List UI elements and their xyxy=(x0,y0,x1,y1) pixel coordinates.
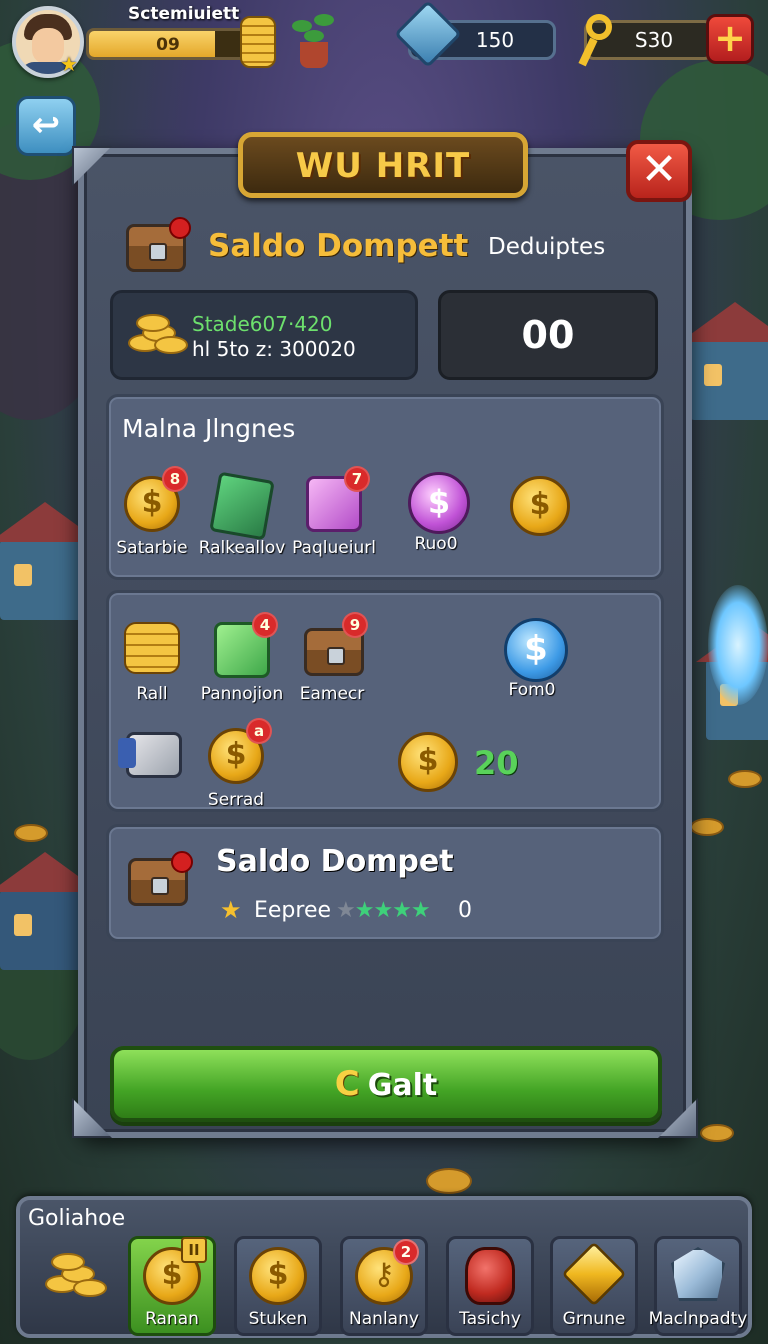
ground-coin xyxy=(426,1168,472,1194)
item-label: Paqlueiurl xyxy=(292,538,376,558)
item-eamecr[interactable]: 9 Eamecr xyxy=(282,612,382,704)
item-label: Satarbie xyxy=(116,538,188,558)
blue-coin-icon: $ xyxy=(504,618,568,682)
ground-coin xyxy=(728,770,762,788)
dock-tab-label: Tasichy xyxy=(459,1309,521,1329)
player-name: Sctemiuiett xyxy=(128,4,240,24)
red-vase-icon xyxy=(465,1247,515,1305)
notification-badge: 2 xyxy=(393,1239,419,1265)
panel-title: WU HRIT xyxy=(295,146,471,186)
dock-tab-maclnpadty[interactable]: Maclnpadty xyxy=(649,1236,747,1336)
dock-tab-coins[interactable] xyxy=(30,1236,118,1336)
crystal-icon xyxy=(671,1247,725,1301)
wallet-summary-section xyxy=(106,824,664,942)
gold-coin-icon: $ xyxy=(249,1247,307,1305)
camera-icon xyxy=(126,732,182,778)
house-left-top xyxy=(0,502,100,620)
dock-tab-label: Stuken xyxy=(248,1309,308,1329)
gold-coin-icon: $ xyxy=(510,476,570,536)
add-currency-button[interactable]: + xyxy=(706,14,754,64)
star-icon: ★ xyxy=(220,896,242,924)
back-arrow-icon: ↩ xyxy=(31,105,61,145)
item-badge: 9 xyxy=(342,612,368,638)
item-label: Eamecr xyxy=(299,684,365,704)
reward-coin-icon: $ xyxy=(398,732,458,792)
star-icon: ★ xyxy=(60,52,78,76)
potted-plant-icon xyxy=(288,10,338,70)
dock-tab-label: Grnune xyxy=(562,1309,626,1329)
dock-title: Goliahoe xyxy=(28,1206,126,1231)
coin-pile-icon xyxy=(45,1253,107,1297)
treasure-chest-icon xyxy=(126,217,191,272)
level-value: 09 xyxy=(156,35,180,55)
ground-coin xyxy=(690,818,724,836)
reward-value: 20 xyxy=(474,744,519,782)
dock-tab-tasichy[interactable]: Tasichy xyxy=(446,1236,534,1336)
item-badge: 7 xyxy=(344,466,370,492)
pause-badge-icon: II xyxy=(181,1237,207,1263)
deposit-link[interactable]: Deduiptes xyxy=(488,234,605,260)
item-badge: 8 xyxy=(162,466,188,492)
dock-tab-nanlany[interactable]: ⚷ 2 Nanlany xyxy=(340,1236,428,1336)
item-ruo0[interactable]: $ Ruo0 xyxy=(386,472,486,554)
balance-line-secondary: hl 5to z: 300020 xyxy=(192,337,356,361)
wallet-title: Saldo Dompett xyxy=(208,228,469,264)
dock-tab-stuken[interactable]: $ Stuken xyxy=(234,1236,322,1336)
star-empty-icon: ★ xyxy=(336,898,356,923)
house-right-top xyxy=(680,302,768,420)
item-badge: a xyxy=(246,718,272,744)
item-serrad[interactable]: $ a Serrad xyxy=(186,718,286,810)
item-label: Ruo0 xyxy=(414,534,458,554)
coin-stack-icon xyxy=(124,622,180,674)
wallet-summary-title: Saldo Dompet xyxy=(216,844,454,879)
count-display: 00 xyxy=(438,290,658,380)
item-label: Rall xyxy=(136,684,168,704)
ground-coin xyxy=(14,824,48,842)
item-paqlueiurl[interactable]: 7 Paqlueiurl xyxy=(284,466,384,558)
item-label: Serrad xyxy=(207,790,265,810)
section-title: Malna Jlngnes xyxy=(122,414,296,443)
rating-value: 0 xyxy=(458,898,472,923)
item-label: Pannojion xyxy=(200,684,284,704)
item-label: Ralkeallov xyxy=(198,538,286,558)
item-satarbie[interactable]: $8 Satarbie xyxy=(102,466,202,558)
star-filled-icons: ★★★★ xyxy=(354,898,431,923)
key-icon xyxy=(576,14,616,67)
back-button[interactable]: ↩ xyxy=(16,96,76,156)
gem-value: 150 xyxy=(475,28,515,52)
house-left-bottom xyxy=(0,852,100,970)
dock-tab-label: Maclnpadty xyxy=(648,1309,748,1329)
balance-line-primary: Stade607·420 xyxy=(192,312,333,336)
item-label: Fom0 xyxy=(508,680,556,700)
experience-label: Eepree xyxy=(254,898,332,923)
item-badge: 4 xyxy=(252,612,278,638)
level-progress-bar: 09 xyxy=(86,28,250,60)
star-rating: ★★★★★ xyxy=(336,898,431,923)
dock-tab-label: Ranan xyxy=(145,1309,199,1329)
coin-c-icon: C xyxy=(334,1064,360,1104)
galt-button-label: Galt xyxy=(367,1068,438,1103)
purple-coin-icon: $ xyxy=(408,472,470,534)
dock-tab-ranan[interactable]: $ II Ranan xyxy=(128,1236,216,1336)
treasure-chest-icon xyxy=(128,851,193,906)
portal-glow xyxy=(708,585,768,705)
ground-coin xyxy=(700,1124,734,1142)
item-ralkeallov[interactable]: Ralkeallov xyxy=(192,471,292,558)
item-pannojion[interactable]: 4 Pannojion xyxy=(192,612,292,704)
dock-tab-grnune[interactable]: Grnune xyxy=(550,1236,638,1336)
green-book-icon xyxy=(209,471,275,541)
item-rall[interactable]: Rall xyxy=(102,622,202,704)
close-button[interactable]: ✕ xyxy=(626,140,692,202)
top-hud: ★ Sctemiuiett 09 150 S30 + xyxy=(0,0,768,90)
dock-tab-label: Nanlany xyxy=(349,1309,419,1329)
item-fom0[interactable]: $ Fom0 xyxy=(482,618,582,700)
gold-value: S30 xyxy=(634,28,674,52)
gold-shard-icon xyxy=(561,1241,627,1307)
coin-pile-icon xyxy=(128,314,188,354)
galt-button[interactable]: C Galt xyxy=(110,1046,662,1122)
item-gold-coin[interactable]: $ xyxy=(488,476,588,536)
coin-stack-icon xyxy=(240,16,276,68)
